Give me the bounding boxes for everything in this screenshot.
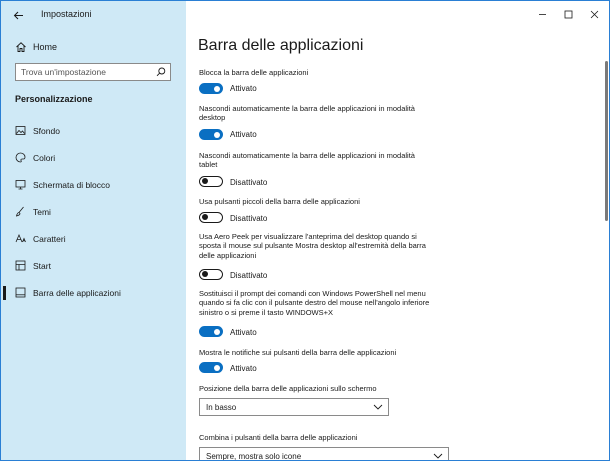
toggle-knob: [214, 131, 220, 138]
close-button[interactable]: [582, 5, 606, 23]
toggle-knob: [214, 328, 220, 335]
sidebar-item-label: Sfondo: [33, 126, 60, 136]
sidebar-item-label: Home: [33, 42, 58, 52]
sidebar-item-label: Start: [33, 261, 51, 271]
toggle-status: Disattivato: [230, 214, 268, 223]
app-title: Impostazioni: [41, 9, 92, 19]
sidebar-item-label: Colori: [33, 153, 56, 163]
sidebar: Impostazioni Home Personalizzazione Sfon…: [1, 1, 186, 460]
combine-dropdown[interactable]: Sempre, mostra solo icone: [199, 447, 449, 461]
back-button[interactable]: [9, 6, 27, 24]
dropdown-value: Sempre, mostra solo icone: [206, 452, 302, 461]
label-line: desktop: [199, 113, 226, 123]
setting-label-nascondi-tablet: Nascondi automaticamente la barra delle …: [199, 151, 449, 170]
sidebar-item-barra-delle-applicazioni[interactable]: Barra delle applicazioni: [1, 282, 186, 304]
setting-label-powershell: Sostituisci il prompt dei comandi con Wi…: [199, 289, 449, 317]
position-dropdown[interactable]: In basso: [199, 398, 389, 416]
scrollbar-thumb[interactable]: [605, 61, 608, 221]
palette-icon: [15, 152, 26, 163]
search-field[interactable]: [15, 63, 171, 81]
close-icon: [590, 10, 598, 18]
toggle-powershell[interactable]: [199, 326, 223, 337]
sidebar-item-colori[interactable]: Colori: [1, 147, 186, 169]
search-icon: [156, 67, 166, 77]
sidebar-item-start[interactable]: Start: [1, 255, 186, 277]
toggle-notifiche[interactable]: [199, 362, 223, 373]
setting-label-notifiche: Mostra le notifiche sui pulsanti della b…: [199, 348, 397, 357]
picture-icon: [15, 126, 26, 135]
label-line: Nascondi automaticamente la barra delle …: [199, 151, 415, 160]
sidebar-item-label: Caratteri: [33, 234, 66, 244]
label-line: sinistro o si preme il tasto WINDOWS+X: [199, 307, 333, 317]
home-icon: [16, 42, 26, 52]
toggle-aero-peek[interactable]: [199, 269, 223, 280]
position-label: Posizione della barra delle applicazioni…: [199, 384, 377, 393]
toggle-knob: [202, 271, 208, 278]
toggle-pulsanti-piccoli[interactable]: [199, 212, 223, 223]
label-line: tablet: [199, 160, 218, 170]
toggle-status: Attivato: [230, 364, 257, 373]
label-line: quando si fa clic con il pulsante destro…: [199, 298, 430, 308]
toggle-nascondi-tablet[interactable]: [199, 176, 223, 187]
sidebar-item-caratteri[interactable]: Caratteri: [1, 228, 186, 250]
search-input[interactable]: [21, 65, 151, 79]
sidebar-item-sfondo[interactable]: Sfondo: [1, 120, 186, 142]
title-bar: Impostazioni: [1, 1, 186, 29]
maximize-icon: [564, 10, 572, 18]
toggle-status: Attivato: [230, 130, 257, 139]
section-title: Personalizzazione: [15, 94, 93, 104]
dropdown-value: In basso: [206, 403, 237, 412]
toggle-nascondi-desktop[interactable]: [199, 129, 223, 140]
combine-label: Combina i pulsanti della barra delle app…: [199, 433, 358, 442]
toggle-knob: [214, 85, 220, 92]
toggle-status: Disattivato: [230, 271, 268, 280]
toggle-knob: [214, 364, 220, 371]
setting-label-nascondi-desktop: Nascondi automaticamente la barra delle …: [199, 104, 449, 123]
minimize-icon: [538, 13, 546, 15]
start-icon: [15, 260, 26, 271]
sidebar-item-home[interactable]: Home: [1, 37, 186, 59]
sidebar-item-label: Barra delle applicazioni: [33, 288, 121, 298]
brush-icon: [15, 206, 24, 217]
active-indicator: [3, 286, 6, 300]
chevron-down-icon: [433, 453, 443, 459]
settings-window: Impostazioni Home Personalizzazione Sfon…: [0, 0, 610, 461]
toggle-blocca-barra[interactable]: [199, 83, 223, 94]
sidebar-item-schermata-di-blocco[interactable]: Schermata di blocco: [1, 174, 186, 196]
setting-label-aero-peek: Usa Aero Peek per visualizzare l'antepri…: [199, 232, 449, 260]
setting-label-blocca: Blocca la barra delle applicazioni: [199, 68, 309, 77]
label-line: sposta il mouse sul pulsante Mostra desk…: [199, 241, 426, 251]
monitor-icon: [15, 180, 26, 190]
back-arrow-icon: [13, 11, 23, 19]
main-panel: Barra delle applicazioni Blocca la barra…: [186, 1, 609, 461]
toggle-knob: [202, 214, 208, 221]
toggle-status: Attivato: [230, 84, 257, 93]
font-icon: [15, 233, 26, 243]
sidebar-item-temi[interactable]: Temi: [1, 201, 186, 223]
toggle-status: Disattivato: [230, 178, 268, 187]
label-line: delle applicazioni: [199, 250, 257, 260]
minimize-button[interactable]: [530, 5, 554, 23]
sidebar-item-label: Temi: [33, 207, 51, 217]
page-title: Barra delle applicazioni: [198, 37, 364, 54]
maximize-button[interactable]: [556, 5, 580, 23]
taskbar-icon: [15, 287, 26, 298]
label-line: Usa Aero Peek per visualizzare l'antepri…: [199, 232, 417, 241]
setting-label-pulsanti-piccoli: Usa pulsanti piccoli della barra delle a…: [199, 197, 360, 206]
toggle-status: Attivato: [230, 328, 257, 337]
toggle-knob: [202, 178, 208, 185]
label-line: Nascondi automaticamente la barra delle …: [199, 104, 415, 113]
sidebar-item-label: Schermata di blocco: [33, 180, 111, 190]
chevron-down-icon: [373, 404, 383, 410]
label-line: Sostituisci il prompt dei comandi con Wi…: [199, 289, 426, 298]
